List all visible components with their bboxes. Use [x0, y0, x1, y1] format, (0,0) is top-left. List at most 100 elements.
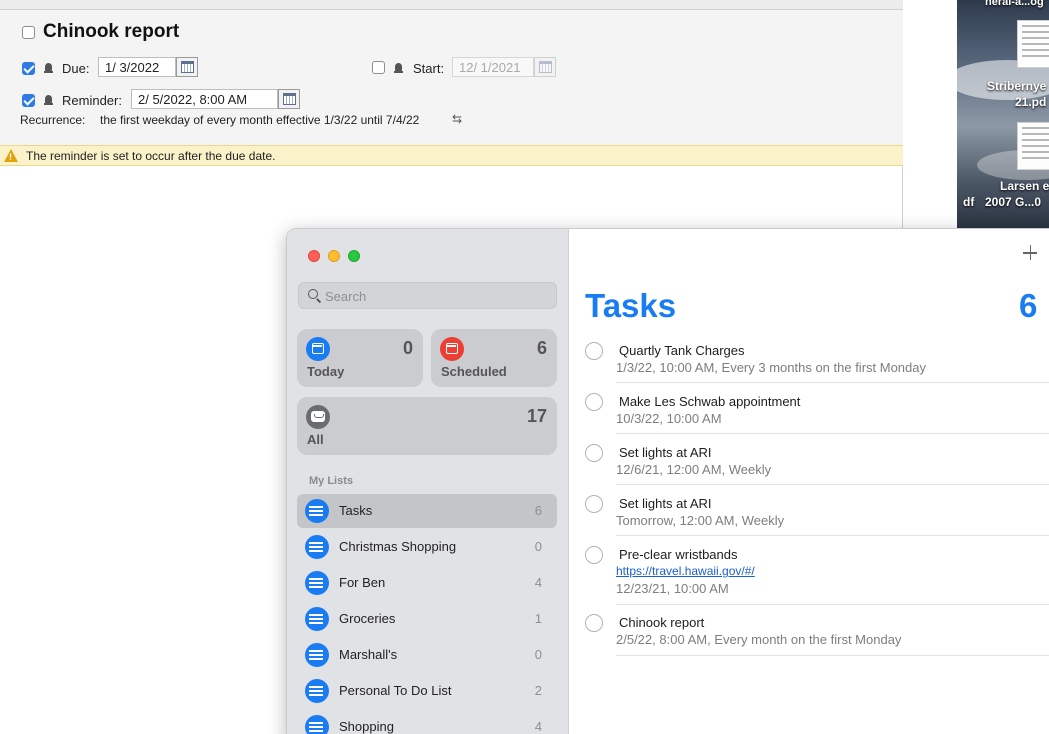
bell-icon	[394, 63, 403, 74]
task-subtitle: 12/6/21, 12:00 AM, Weekly	[616, 462, 772, 477]
task-title[interactable]: Chinook report	[619, 615, 704, 630]
list-name: Shopping	[339, 719, 394, 734]
task-complete-circle[interactable]	[585, 393, 603, 411]
list-name: Christmas Shopping	[339, 539, 457, 554]
calendar-icon	[283, 93, 296, 105]
pdf-file-icon[interactable]	[1017, 20, 1049, 68]
due-calendar-button[interactable]	[176, 57, 198, 77]
task-subtitle: 10/3/22, 10:00 AM	[616, 411, 722, 426]
list-bullet-icon	[305, 571, 329, 595]
smart-list-today[interactable]: 0 Today	[297, 329, 423, 387]
list-count: 0	[534, 539, 542, 554]
task-complete-circle[interactable]	[585, 495, 603, 513]
task-title[interactable]: Set lights at ARI	[619, 496, 712, 511]
recurrence-edit-icon[interactable]: ⇆	[452, 112, 462, 126]
task-complete-checkbox[interactable]	[22, 26, 35, 39]
due-checkbox[interactable]	[22, 62, 35, 75]
pdf-file-icon[interactable]	[1017, 122, 1049, 170]
list-count: 2	[534, 683, 542, 698]
task-subtitle: 12/23/21, 10:00 AM	[616, 581, 729, 596]
smart-list-label: Today	[307, 364, 345, 379]
row-divider	[616, 433, 1049, 434]
recurrence-label: Recurrence:	[20, 113, 86, 127]
list-bullet-icon	[305, 643, 329, 667]
sidebar-item-shopping[interactable]: Shopping 4	[297, 710, 557, 734]
close-button[interactable]	[308, 250, 320, 262]
reminders-window: 0 Today 6 Scheduled 17 All My Lists Task…	[286, 228, 1049, 734]
calendar-grid-icon	[440, 337, 464, 361]
row-divider	[616, 655, 1049, 656]
zoom-button[interactable]	[348, 250, 360, 262]
sidebar-item-for-ben[interactable]: For Ben 4	[297, 566, 557, 600]
smart-list-count: 6	[536, 338, 547, 358]
minimize-button[interactable]	[328, 250, 340, 262]
task-title[interactable]: Set lights at ARI	[619, 445, 712, 460]
desktop-file-label[interactable]: neral-a...og	[985, 0, 1044, 8]
task-subtitle: 2/5/22, 8:00 AM, Every month on the firs…	[616, 632, 902, 647]
search-icon	[308, 289, 318, 299]
list-name: For Ben	[339, 575, 386, 590]
task-url-link[interactable]: https://travel.hawaii.gov/#/	[616, 564, 755, 578]
warning-banner: ! The reminder is set to occur after the…	[0, 145, 903, 166]
task-complete-circle[interactable]	[585, 342, 603, 360]
smart-list-scheduled[interactable]: 6 Scheduled	[431, 329, 557, 387]
bell-icon	[44, 95, 53, 106]
reminder-label: Reminder:	[62, 93, 122, 108]
desktop-file-label[interactable]: Larsen e	[1000, 179, 1049, 193]
calendar-icon	[181, 61, 194, 73]
bell-icon	[44, 63, 53, 74]
sidebar-item-personal-to-do-list[interactable]: Personal To Do List 2	[297, 674, 557, 708]
task-subtitle: 1/3/22, 10:00 AM, Every 3 months on the …	[616, 360, 927, 375]
desktop-file-label[interactable]: 21.pd	[1015, 95, 1046, 109]
desktop-file-label[interactable]: Stribernye	[987, 79, 1046, 93]
task-editor-form: Chinook report Due: 1/ 3/2022 Start: 12/…	[0, 10, 903, 145]
warning-triangle-icon: !	[4, 149, 18, 162]
task-complete-circle[interactable]	[585, 546, 603, 564]
sidebar-item-christmas-shopping[interactable]: Christmas Shopping 0	[297, 530, 557, 564]
recurrence-value[interactable]: the first weekday of every month effecti…	[100, 113, 419, 127]
task-title[interactable]: Pre-clear wristbands	[619, 547, 738, 562]
add-reminder-button[interactable]	[1019, 241, 1043, 265]
sidebar-item-marshalls[interactable]: Marshall's 0	[297, 638, 557, 672]
reminder-calendar-button[interactable]	[278, 89, 300, 109]
start-checkbox[interactable]	[372, 61, 385, 74]
list-count: 4	[534, 719, 542, 734]
smart-list-label: Scheduled	[441, 364, 507, 379]
list-count: 6	[534, 503, 542, 518]
sidebar: 0 Today 6 Scheduled 17 All My Lists Task…	[287, 229, 569, 734]
list-count: 1	[534, 611, 542, 626]
calendar-icon	[539, 61, 552, 73]
list-bullet-icon	[305, 535, 329, 559]
desktop-file-label[interactable]: 2007 G...0	[985, 195, 1041, 209]
task-complete-circle[interactable]	[585, 444, 603, 462]
smart-list-label: All	[307, 432, 324, 447]
search-input[interactable]	[325, 288, 545, 305]
search-field[interactable]	[298, 282, 557, 309]
task-subtitle: Tomorrow, 12:00 AM, Weekly	[616, 513, 785, 528]
calendar-today-icon	[306, 337, 330, 361]
reminder-checkbox[interactable]	[22, 94, 35, 107]
desktop-background: neral-a...og Stribernye 21.pd Larsen e d…	[957, 0, 1049, 229]
warning-text: The reminder is set to occur after the d…	[26, 149, 276, 163]
list-bullet-icon	[305, 715, 329, 734]
smart-list-count: 0	[402, 338, 413, 358]
smart-list-all[interactable]: 17 All	[297, 397, 557, 455]
reminder-datetime-field[interactable]: 2/ 5/2022, 8:00 AM	[131, 89, 278, 109]
task-title[interactable]: Quartly Tank Charges	[619, 343, 745, 358]
main-pane: Tasks 6 Quartly Tank Charges 1/3/22, 10:…	[569, 229, 1049, 734]
start-calendar-button[interactable]	[534, 57, 556, 77]
start-date-field[interactable]: 12/ 1/2021	[452, 57, 534, 77]
due-date-field[interactable]: 1/ 3/2022	[98, 57, 176, 77]
list-bullet-icon	[305, 679, 329, 703]
row-divider	[616, 604, 1049, 605]
sidebar-item-groceries[interactable]: Groceries 1	[297, 602, 557, 636]
smart-list-count: 17	[526, 406, 547, 426]
task-title[interactable]: Make Les Schwab appointment	[619, 394, 800, 409]
task-complete-circle[interactable]	[585, 614, 603, 632]
sidebar-item-tasks[interactable]: Tasks 6	[297, 494, 557, 528]
tray-icon	[306, 405, 330, 429]
list-bullet-icon	[305, 607, 329, 631]
my-lists-header: My Lists	[309, 475, 354, 487]
list-name: Marshall's	[339, 647, 398, 662]
desktop-file-label[interactable]: df	[963, 195, 974, 209]
